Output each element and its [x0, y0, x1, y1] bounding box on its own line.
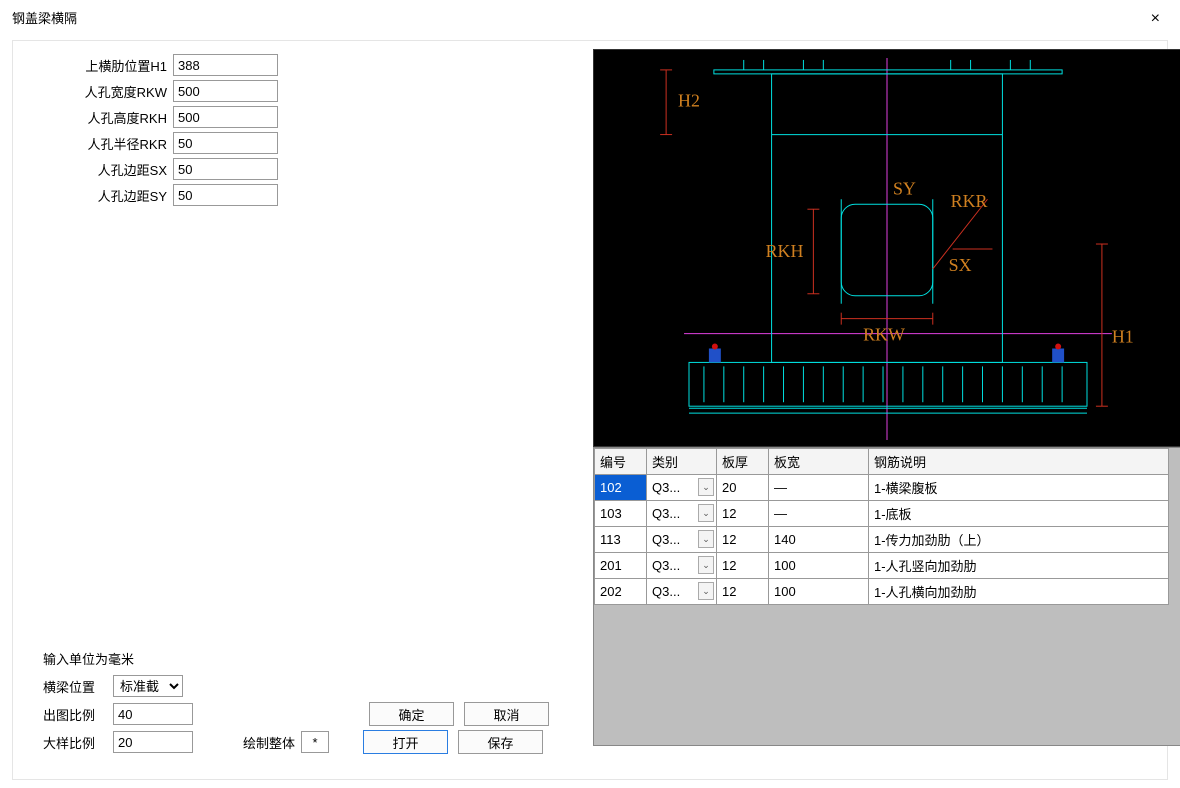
cell-thk[interactable]: 12 — [717, 553, 769, 579]
cell-cat[interactable]: Q3...⌄ — [647, 579, 717, 605]
chevron-down-icon[interactable]: ⌄ — [698, 556, 714, 574]
sy-input[interactable] — [173, 184, 278, 206]
chevron-down-icon[interactable]: ⌄ — [698, 478, 714, 496]
cell-thk[interactable]: 20 — [717, 475, 769, 501]
cell-id[interactable]: 113 — [595, 527, 647, 553]
cell-desc[interactable]: 1-底板 — [869, 501, 1169, 527]
rebar-table[interactable]: 编号 类别 板厚 板宽 钢筋说明 102Q3...⌄20—1-横梁腹板103Q3… — [594, 448, 1169, 605]
cell-desc[interactable]: 1-人孔横向加劲肋 — [869, 579, 1169, 605]
out-scale-label: 出图比例 — [43, 705, 113, 724]
dialog-title: 钢盖梁横隔 — [12, 8, 77, 27]
cell-thk[interactable]: 12 — [717, 579, 769, 605]
h1-label: 上横肋位置H1 — [43, 56, 173, 75]
table-row[interactable]: 103Q3...⌄12—1-底板 — [595, 501, 1169, 527]
unit-note: 输入单位为毫米 — [43, 649, 134, 668]
cell-wid[interactable]: 100 — [769, 553, 869, 579]
lbl-h2: H2 — [678, 91, 700, 111]
rebar-table-wrap: 编号 类别 板厚 板宽 钢筋说明 102Q3...⌄20—1-横梁腹板103Q3… — [593, 447, 1180, 746]
cell-thk[interactable]: 12 — [717, 501, 769, 527]
chevron-down-icon[interactable]: ⌄ — [698, 504, 714, 522]
cell-id[interactable]: 201 — [595, 553, 647, 579]
draw-whole-label: 绘制整体 — [243, 733, 295, 752]
save-button[interactable]: 保存 — [458, 730, 543, 754]
th-desc[interactable]: 钢筋说明 — [869, 449, 1169, 475]
close-button[interactable]: × — [1143, 8, 1168, 30]
cell-wid[interactable]: 100 — [769, 579, 869, 605]
cell-desc[interactable]: 1-传力加劲肋（上） — [869, 527, 1169, 553]
sy-label: 人孔边距SY — [43, 186, 173, 205]
cell-id[interactable]: 202 — [595, 579, 647, 605]
cell-wid[interactable]: — — [769, 475, 869, 501]
table-row[interactable]: 201Q3...⌄121001-人孔竖向加劲肋 — [595, 553, 1169, 579]
th-thk[interactable]: 板厚 — [717, 449, 769, 475]
cell-cat[interactable]: Q3...⌄ — [647, 527, 717, 553]
cell-cat[interactable]: Q3...⌄ — [647, 553, 717, 579]
cancel-button[interactable]: 取消 — [464, 702, 549, 726]
cell-wid[interactable]: — — [769, 501, 869, 527]
lbl-rkw: RKW — [863, 325, 905, 345]
cell-wid[interactable]: 140 — [769, 527, 869, 553]
table-row[interactable]: 102Q3...⌄20—1-横梁腹板 — [595, 475, 1169, 501]
beam-pos-select[interactable]: 标准截 — [113, 675, 183, 697]
chevron-down-icon[interactable]: ⌄ — [698, 582, 714, 600]
cell-id[interactable]: 103 — [595, 501, 647, 527]
table-empty-area[interactable] — [594, 605, 1180, 745]
out-scale-input[interactable] — [113, 703, 193, 725]
cad-diagram: H2 SY RKR RKH SX RKW H1 — [593, 49, 1180, 447]
cell-cat[interactable]: Q3...⌄ — [647, 501, 717, 527]
cell-cat[interactable]: Q3...⌄ — [647, 475, 717, 501]
rkh-label: 人孔高度RKH — [43, 108, 173, 127]
rkr-label: 人孔半径RKR — [43, 134, 173, 153]
th-wid[interactable]: 板宽 — [769, 449, 869, 475]
cell-desc[interactable]: 1-人孔竖向加劲肋 — [869, 553, 1169, 579]
cell-id[interactable]: 102 — [595, 475, 647, 501]
beam-pos-label: 横梁位置 — [43, 677, 113, 696]
draw-whole-input[interactable] — [301, 731, 329, 753]
th-cat[interactable]: 类别 — [647, 449, 717, 475]
sx-label: 人孔边距SX — [43, 160, 173, 179]
ok-button[interactable]: 确定 — [369, 702, 454, 726]
lbl-rkh: RKH — [766, 241, 804, 261]
chevron-down-icon[interactable]: ⌄ — [698, 530, 714, 548]
rkr-input[interactable] — [173, 132, 278, 154]
detail-scale-label: 大样比例 — [43, 733, 113, 752]
rkw-label: 人孔宽度RKW — [43, 82, 173, 101]
lbl-rkr: RKR — [951, 191, 988, 211]
cell-thk[interactable]: 12 — [717, 527, 769, 553]
rkh-input[interactable] — [173, 106, 278, 128]
lbl-sy: SY — [893, 178, 916, 198]
table-row[interactable]: 202Q3...⌄121001-人孔横向加劲肋 — [595, 579, 1169, 605]
bottom-panel: 输入单位为毫米 横梁位置 标准截 出图比例 确定 取消 大样比例 — [43, 645, 583, 757]
table-header-row: 编号 类别 板厚 板宽 钢筋说明 — [595, 449, 1169, 475]
parameter-panel: 上横肋位置H1 人孔宽度RKW 人孔高度RKH 人孔半径RKR 人孔边距SX 人… — [43, 53, 313, 209]
rkw-input[interactable] — [173, 80, 278, 102]
th-id[interactable]: 编号 — [595, 449, 647, 475]
lbl-h1: H1 — [1112, 327, 1134, 347]
lbl-sx: SX — [949, 255, 972, 275]
sx-input[interactable] — [173, 158, 278, 180]
dialog-body: 上横肋位置H1 人孔宽度RKW 人孔高度RKH 人孔半径RKR 人孔边距SX 人… — [12, 40, 1168, 780]
detail-scale-input[interactable] — [113, 731, 193, 753]
table-row[interactable]: 113Q3...⌄121401-传力加劲肋（上） — [595, 527, 1169, 553]
h1-input[interactable] — [173, 54, 278, 76]
cell-desc[interactable]: 1-横梁腹板 — [869, 475, 1169, 501]
open-button[interactable]: 打开 — [363, 730, 448, 754]
